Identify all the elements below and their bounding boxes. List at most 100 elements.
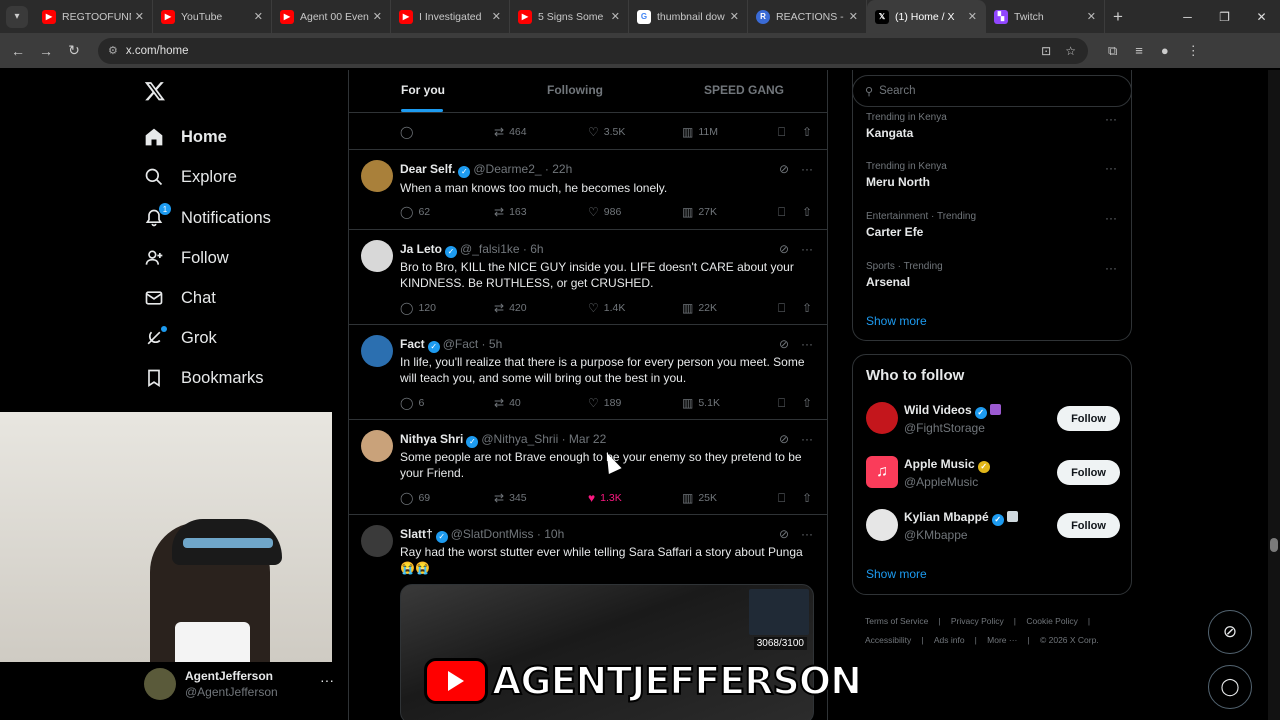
more-icon[interactable]: ··· xyxy=(801,527,813,541)
views-button[interactable]: ▥ 5.1K xyxy=(682,396,720,410)
trend-item[interactable]: Sports · Trending Arsenal xyxy=(866,261,943,289)
tab-search-button[interactable]: ▾ xyxy=(6,5,28,28)
footer-link[interactable]: Accessibility xyxy=(865,635,911,645)
browser-tab[interactable]: Gthumbnail dow ✕ xyxy=(629,0,748,33)
bookmark-button[interactable]: ⎕ xyxy=(778,396,785,411)
chat-fab-button[interactable]: ◯ xyxy=(1208,665,1252,709)
browser-tab[interactable]: ▶ Agent 00 Even ✕ xyxy=(272,0,391,33)
share-button[interactable]: ⇧ xyxy=(802,205,812,219)
follow-suggestion[interactable]: Kylian Mbappé ✓ @KMbappe Follow xyxy=(866,509,1120,545)
close-icon[interactable]: ✕ xyxy=(611,10,620,23)
post-handle[interactable]: @_falsi1ke xyxy=(460,242,520,256)
browser-tab[interactable]: ▚ Twitch ✕ xyxy=(986,0,1105,33)
browser-tab-active[interactable]: 𝕏 (1) Home / X ✕ xyxy=(867,0,986,33)
post-author[interactable]: Ja Leto xyxy=(400,242,442,256)
post[interactable]: Dear Self. ✓ @Dearme2_ · 22h ⊘ ··· When a m… xyxy=(349,150,827,230)
trend-item[interactable]: Trending in Kenya Meru North xyxy=(866,161,947,189)
nav-bookmarks[interactable]: Bookmarks xyxy=(144,364,264,392)
site-info-icon[interactable]: ⚙ xyxy=(108,44,118,57)
views-button[interactable]: ▥ 25K xyxy=(682,491,717,505)
browser-tab[interactable]: ▶ I Investigated ✕ xyxy=(391,0,510,33)
grok-icon[interactable]: ⊘ xyxy=(779,527,789,541)
more-icon[interactable]: ··· xyxy=(801,242,813,256)
grok-icon[interactable]: ⊘ xyxy=(779,242,789,256)
more-icon[interactable]: ··· xyxy=(1105,161,1117,175)
reply-button[interactable]: ◯ 120 xyxy=(400,301,436,315)
footer-link[interactable]: Privacy Policy xyxy=(951,616,1004,626)
post-handle[interactable]: @Nithya_Shrii xyxy=(481,432,558,446)
media-icon[interactable]: ≡ xyxy=(1135,43,1143,59)
grok-icon[interactable]: ⊘ xyxy=(779,432,789,446)
bookmark-button[interactable]: ⎕ xyxy=(778,205,785,220)
follow-button[interactable]: Follow xyxy=(1057,460,1120,485)
url-input[interactable]: ⚙ x.com/home ⊡ ☆ xyxy=(98,37,1088,64)
more-icon[interactable]: ··· xyxy=(1105,261,1117,275)
install-icon[interactable]: ⊡ xyxy=(1041,44,1051,58)
post-handle[interactable]: @Fact xyxy=(443,337,479,351)
post-time[interactable]: 5h xyxy=(489,337,502,351)
close-icon[interactable]: ✕ xyxy=(849,10,858,23)
close-icon[interactable]: ✕ xyxy=(492,10,501,23)
post-author[interactable]: Nithya Shri xyxy=(400,432,463,446)
close-icon[interactable]: ✕ xyxy=(373,10,382,23)
browser-tab[interactable]: ▶ YouTube ✕ xyxy=(153,0,272,33)
post-author[interactable]: Slatt† xyxy=(400,527,433,541)
post-time[interactable]: 22h xyxy=(552,162,572,176)
footer-link[interactable]: Terms of Service xyxy=(865,616,928,626)
share-button[interactable]: ⇧ xyxy=(802,491,812,505)
more-icon[interactable]: ··· xyxy=(801,432,813,446)
grok-icon[interactable]: ⊘ xyxy=(779,337,789,351)
post-time[interactable]: 10h xyxy=(544,527,564,541)
profile-icon[interactable]: ● xyxy=(1161,43,1169,59)
bookmark-button[interactable]: ⎕ xyxy=(778,491,785,506)
follow-suggestion[interactable]: ♫ Apple Music ✓ @AppleMusic Follow xyxy=(866,456,1120,492)
repost-button[interactable]: ⇄ 40 xyxy=(494,396,521,410)
more-icon[interactable]: ··· xyxy=(1105,112,1117,126)
browser-tab[interactable]: ▶ 5 Signs Some ✕ xyxy=(510,0,629,33)
post-author[interactable]: Dear Self. xyxy=(400,162,455,176)
footer-link[interactable]: Ads info xyxy=(934,635,965,645)
more-icon[interactable]: ··· xyxy=(1105,211,1117,225)
more-icon[interactable]: ··· xyxy=(801,337,813,351)
x-logo-icon[interactable] xyxy=(144,80,166,102)
bookmark-button[interactable]: ⎕ xyxy=(778,125,785,140)
post-previous[interactable]: ◯ ⇄ 464 ♡ 3.5K ▥ 11M ⎕ ⇧ xyxy=(349,113,827,150)
views-button[interactable]: ▥ 27K xyxy=(682,205,717,219)
close-icon[interactable]: ✕ xyxy=(730,10,739,23)
post-handle[interactable]: @SlatDontMiss xyxy=(451,527,534,541)
like-button[interactable]: ♡ 1.4K xyxy=(588,301,625,315)
views-button[interactable]: ▥ 11M xyxy=(682,125,718,139)
extensions-icon[interactable]: ⧉ xyxy=(1108,43,1117,59)
nav-grok[interactable]: Grok xyxy=(144,324,217,352)
browser-tab[interactable]: R REACTIONS - I ✕ xyxy=(748,0,867,33)
post-time[interactable]: Mar 22 xyxy=(569,432,606,446)
like-button[interactable]: ♥ 1.3K xyxy=(588,491,622,505)
close-icon[interactable]: ✕ xyxy=(968,10,977,23)
trend-item[interactable]: Entertainment · Trending Carter Efe xyxy=(866,211,976,239)
grok-icon[interactable]: ⊘ xyxy=(779,162,789,176)
post-author[interactable]: Fact xyxy=(400,337,425,351)
close-window-icon[interactable]: ✕ xyxy=(1243,0,1280,33)
account-switcher[interactable]: AgentJefferson @AgentJefferson ··· xyxy=(144,664,334,704)
nav-chat[interactable]: Chat xyxy=(144,284,216,312)
more-icon[interactable]: ··· xyxy=(320,672,334,688)
like-button[interactable]: ♡ 189 xyxy=(588,396,621,410)
browser-tab[interactable]: ▶REGTOOFUNNY✕ xyxy=(34,0,153,33)
minimize-icon[interactable]: ─ xyxy=(1169,0,1206,33)
post[interactable]: Ja Leto ✓ @_falsi1ke · 6h ⊘ ··· Bro to Bro,… xyxy=(349,230,827,325)
search-input[interactable]: ⚲ Search xyxy=(852,75,1132,107)
scrollbar-thumb[interactable] xyxy=(1270,538,1278,552)
follow-button[interactable]: Follow xyxy=(1057,406,1120,431)
bookmark-button[interactable]: ⎕ xyxy=(778,301,785,316)
post-handle[interactable]: @Dearme2_ xyxy=(473,162,541,176)
browser-menu-icon[interactable]: ⋮ xyxy=(1187,43,1200,59)
share-button[interactable]: ⇧ xyxy=(802,396,812,410)
share-button[interactable]: ⇧ xyxy=(802,125,812,139)
post-time[interactable]: 6h xyxy=(530,242,543,256)
tab-for-you[interactable]: For you xyxy=(401,83,445,97)
footer-link[interactable]: Cookie Policy xyxy=(1026,616,1078,626)
restore-icon[interactable]: ❐ xyxy=(1206,0,1243,33)
close-icon[interactable]: ✕ xyxy=(135,10,144,23)
back-icon[interactable]: ← xyxy=(4,43,32,59)
trends-show-more-link[interactable]: Show more xyxy=(866,314,927,328)
